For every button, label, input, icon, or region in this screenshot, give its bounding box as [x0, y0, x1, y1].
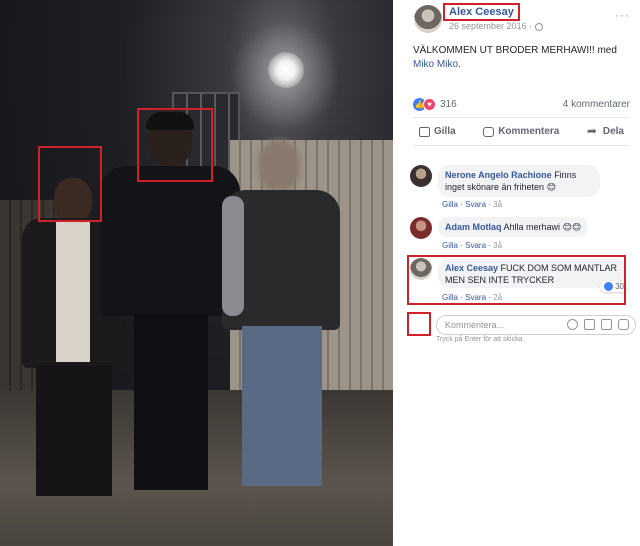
comment-input[interactable]: Kommentera...: [436, 315, 636, 335]
more-options-icon[interactable]: ···: [615, 8, 630, 22]
comment-author[interactable]: Nerone Angelo Rachione: [445, 170, 552, 180]
share-arrow-icon: [587, 124, 599, 138]
comment-bubble: Nerone Angelo Rachione Finns inget sköna…: [438, 165, 600, 197]
post-date[interactable]: 26 september 2016 ·: [449, 21, 544, 31]
commenter-avatar[interactable]: [410, 217, 432, 239]
post-text: VÄLKOMMEN UT BRODER MERHAWI!! med Miko M…: [413, 44, 633, 72]
sticker-icon[interactable]: [618, 319, 629, 330]
person-middle-legs: [134, 314, 208, 490]
commenter-avatar[interactable]: [410, 165, 432, 187]
post-date-text: 26 september 2016 ·: [449, 21, 533, 31]
post-text-with: med: [594, 45, 617, 56]
comment-meta: Gilla · Svara · 3å: [442, 241, 503, 250]
composer-icons: [567, 319, 629, 330]
composer-avatar-highlight: [407, 312, 431, 336]
comment-like-link[interactable]: Gilla: [442, 200, 458, 209]
love-reaction-icon: ♥: [423, 98, 436, 111]
comment-count[interactable]: 4 kommentarer: [563, 99, 630, 110]
comment-like-link[interactable]: Gilla: [442, 241, 458, 250]
face-highlight-left: [38, 146, 102, 222]
like-button[interactable]: Gilla: [413, 124, 462, 139]
comment-reply-link[interactable]: Svara: [465, 200, 486, 209]
tagged-user-link[interactable]: Miko Miko: [413, 59, 458, 70]
author-name[interactable]: Alex Ceesay: [443, 3, 520, 21]
post-text-end: .: [458, 59, 461, 70]
divider-top: [413, 117, 630, 118]
person-right-legs: [242, 326, 322, 486]
person-left-shirt: [56, 222, 90, 362]
comment-bubble: Adam Motlaq Ahlla merhawi 😊😊: [438, 217, 589, 237]
comment-text: Ahlla merhawi 😊😊: [501, 222, 582, 232]
street-light: [268, 52, 304, 88]
share-button[interactable]: Dela: [581, 124, 630, 139]
camera-icon[interactable]: [584, 319, 595, 330]
divider-bottom: [413, 145, 630, 146]
comment-item: Nerone Angelo Rachione Finns inget sköna…: [406, 165, 640, 213]
thumbs-up-icon: [419, 126, 430, 137]
comment-reply-link[interactable]: Svara: [465, 241, 486, 250]
comment-button[interactable]: Kommentera: [477, 124, 565, 139]
composer-hint: Tryck på Enter för att skicka.: [436, 336, 525, 343]
comment-meta: Gilla · Svara · 3å: [442, 200, 503, 209]
globe-icon: [535, 22, 544, 31]
action-bar: Gilla Kommentera Dela: [413, 124, 630, 139]
comment-time[interactable]: 3å: [493, 200, 502, 209]
person-right: [222, 140, 342, 500]
comment-item: Adam Motlaq Ahlla merhawi 😊😊 Gilla · Sva…: [406, 217, 640, 251]
person-middle-jacket: [100, 166, 240, 316]
comment-time[interactable]: 3å: [493, 241, 502, 250]
person-right-hoodie: [222, 196, 244, 316]
comment-button-label: Kommentera: [498, 126, 560, 137]
person-right-head: [258, 140, 300, 192]
emoji-icon[interactable]: [567, 319, 578, 330]
reactions-summary[interactable]: 👍 ♥ 316: [413, 98, 457, 111]
face-highlight-middle: [137, 108, 213, 182]
comment-author[interactable]: Adam Motlaq: [445, 222, 502, 232]
comment-input-placeholder: Kommentera...: [445, 320, 505, 330]
share-button-label: Dela: [602, 126, 624, 137]
gif-icon[interactable]: [601, 319, 612, 330]
reaction-count: 316: [440, 99, 457, 110]
comment-highlight-box: [407, 255, 626, 305]
post-photo[interactable]: [0, 0, 393, 546]
author-avatar[interactable]: [414, 5, 442, 33]
comment-bubble-icon: [483, 126, 495, 137]
post-text-main: VÄLKOMMEN UT BRODER MERHAWI!!: [413, 45, 595, 56]
like-button-label: Gilla: [434, 126, 456, 137]
